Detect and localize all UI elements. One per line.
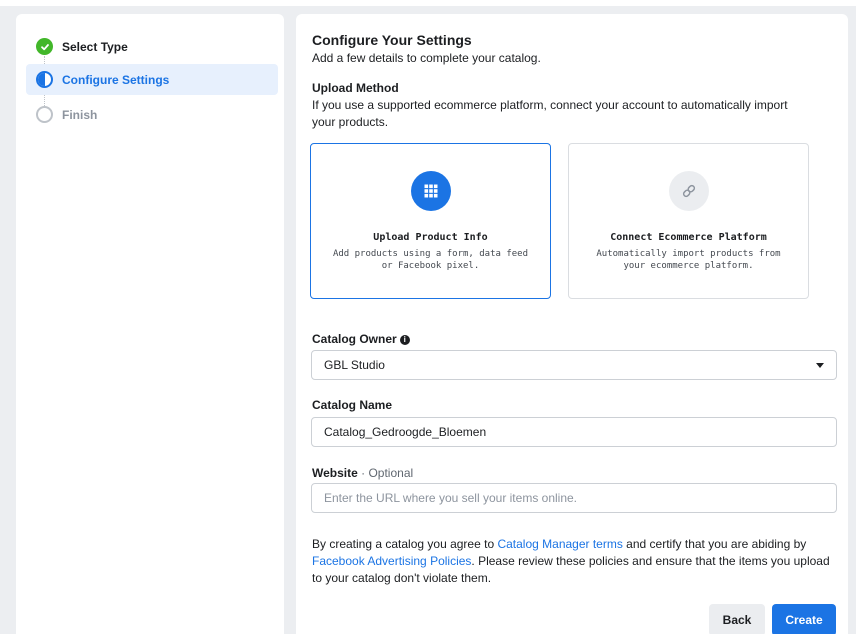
step-select-type[interactable]: Select Type — [26, 31, 278, 62]
card-description: Automatically import products from your … — [596, 249, 781, 271]
card-title: Connect Ecommerce Platform — [610, 232, 767, 243]
link-icon — [669, 171, 709, 211]
upload-method-title: Upload Method — [312, 81, 399, 95]
page-title: Configure Your Settings — [312, 32, 472, 48]
catalog-owner-value: GBL Studio — [324, 358, 385, 372]
optional-tag: · Optional — [357, 466, 414, 480]
empty-circle-icon — [36, 106, 53, 123]
step-label: Select Type — [62, 39, 128, 54]
caret-down-icon — [816, 363, 824, 368]
step-label: Finish — [62, 107, 98, 122]
catalog-owner-select[interactable]: GBL Studio — [311, 350, 837, 380]
legal-text: By creating a catalog you agree to — [312, 537, 498, 551]
top-strip — [0, 0, 856, 6]
card-title: Upload Product Info — [373, 232, 488, 243]
card-description: Add products using a form, data feed or … — [332, 249, 529, 271]
catalog-name-value: Catalog_Gedroogde_Bloemen — [324, 425, 487, 439]
catalog-name-label: Catalog Name — [312, 398, 393, 412]
legal-text: and certify that you are abiding by — [622, 537, 807, 551]
legal-notice: By creating a catalog you agree to Catal… — [312, 536, 837, 587]
upload-product-info-card[interactable]: Upload Product Info Add products using a… — [310, 143, 551, 299]
half-circle-icon — [36, 71, 53, 88]
back-button[interactable]: Back — [709, 604, 765, 634]
settings-panel: Configure Your Settings Add a few detail… — [296, 14, 848, 634]
catalog-owner-label-text: Catalog Owner — [312, 332, 397, 346]
step-configure-settings[interactable]: Configure Settings — [26, 64, 278, 95]
upload-method-description: If you use a supported ecommerce platfor… — [312, 98, 788, 129]
info-icon[interactable]: i — [399, 334, 410, 345]
catalog-manager-terms-link[interactable]: Catalog Manager terms — [497, 537, 622, 551]
grid-icon — [411, 171, 451, 211]
step-finish[interactable]: Finish — [26, 99, 278, 130]
advertising-policies-link[interactable]: Facebook Advertising Policies — [312, 554, 471, 568]
create-button[interactable]: Create — [772, 604, 836, 634]
website-label-text: Website — [312, 466, 358, 480]
connect-ecommerce-card[interactable]: Connect Ecommerce Platform Automatically… — [568, 143, 809, 299]
check-circle-icon — [36, 38, 53, 55]
page-subtitle: Add a few details to complete your catal… — [312, 51, 541, 65]
website-label: Website · Optional — [312, 466, 413, 480]
steps-sidebar: Select Type Configure Settings Finish — [16, 14, 284, 634]
website-field[interactable] — [311, 483, 837, 513]
catalog-name-input[interactable]: Catalog_Gedroogde_Bloemen — [311, 417, 837, 447]
website-input[interactable] — [324, 491, 836, 505]
catalog-owner-label: Catalog Owner i — [312, 332, 410, 346]
step-label: Configure Settings — [62, 72, 170, 87]
